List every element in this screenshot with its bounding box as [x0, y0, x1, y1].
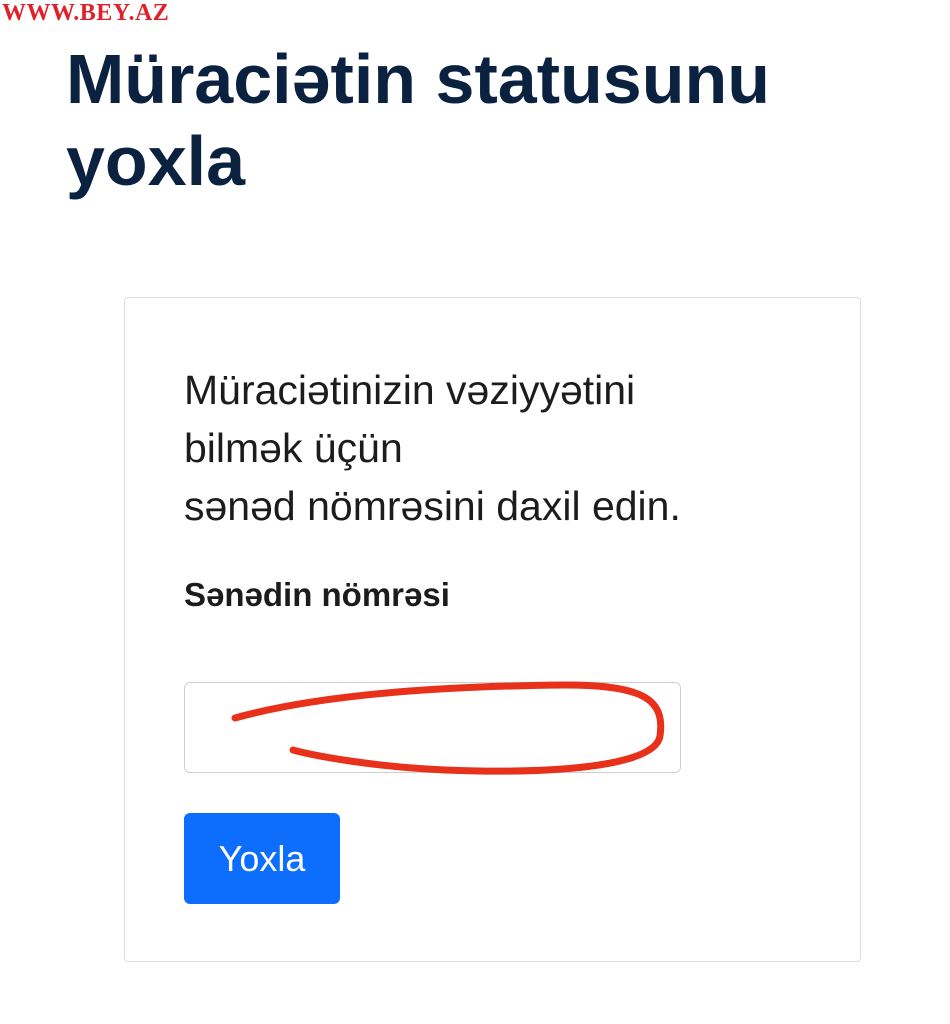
- instructions-line: Müraciətinizin vəziyyətini: [184, 367, 636, 413]
- instructions-text: Müraciətinizin vəziyyətini bilmək üçün s…: [184, 361, 844, 535]
- document-number-label: Sənədin nömrəsi: [184, 576, 450, 613]
- instructions-line: sənəd nömrəsini daxil edin.: [184, 483, 681, 529]
- document-number-input[interactable]: [184, 682, 681, 773]
- check-status-button[interactable]: Yoxla: [184, 813, 340, 904]
- watermark: WWW.BEY.AZ: [2, 0, 170, 26]
- page-title: Müraciətin statusunu yoxla: [66, 40, 770, 200]
- status-check-card: Müraciətinizin vəziyyətini bilmək üçün s…: [124, 297, 861, 962]
- instructions-line: bilmək üçün: [184, 425, 403, 471]
